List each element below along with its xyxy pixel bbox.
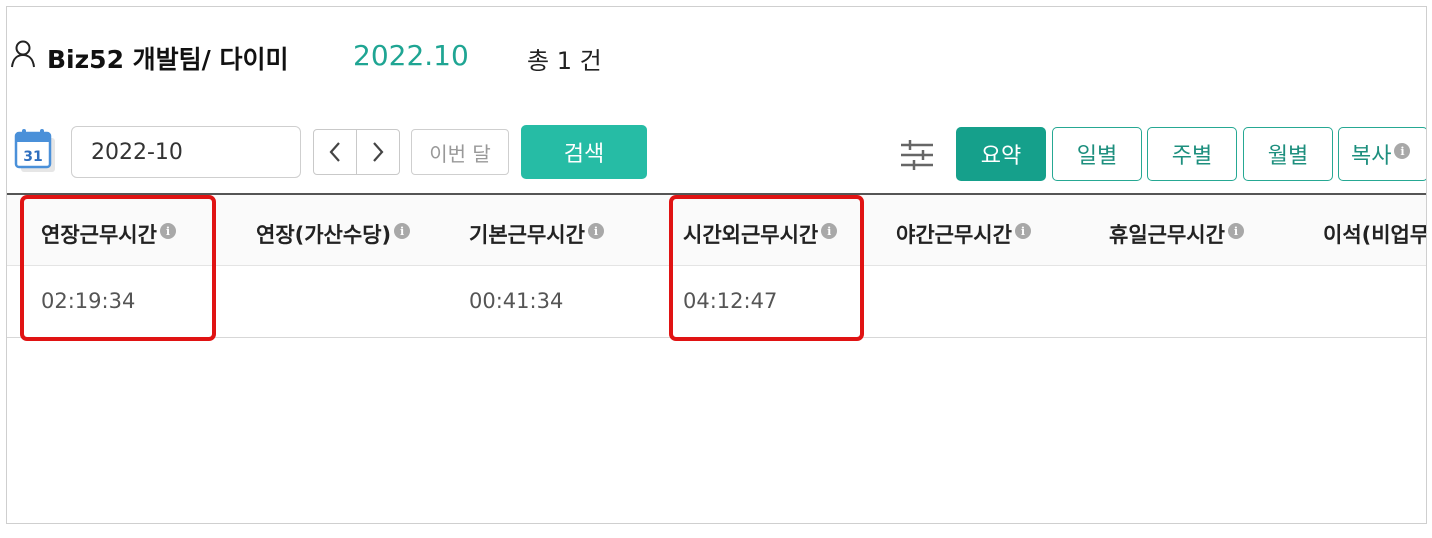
calendar-icon[interactable]: 31 (13, 128, 59, 178)
column-header-overtime-hours[interactable]: 시간외근무시간 i (683, 219, 838, 249)
column-header-label: 연장근무시간 (41, 223, 157, 247)
chevron-right-icon (373, 142, 384, 162)
attendance-summary-panel: Biz52 개발팀/ 다이미 2022.10 총 1 건 31 이번 달 검색 (6, 6, 1427, 524)
info-icon[interactable]: i (159, 223, 176, 239)
table-cell-overtime-hours: 04:12:47 (683, 289, 778, 313)
prev-month-button[interactable] (313, 129, 357, 175)
column-header-label: 야간근무시간 (896, 223, 1012, 247)
month-input[interactable] (71, 126, 301, 178)
info-icon[interactable]: i (821, 223, 838, 239)
column-header-label: 시간외근무시간 (683, 223, 819, 247)
next-month-button[interactable] (356, 129, 400, 175)
filter-settings-icon[interactable] (898, 136, 936, 174)
user-team-name: Biz52 개발팀/ 다이미 (47, 45, 289, 74)
record-count: 총 1 건 (527, 47, 602, 75)
search-button[interactable]: 검색 (521, 125, 647, 179)
table-row-border (7, 337, 1426, 338)
column-header-away-non-work[interactable]: 이석(비업무 (1323, 219, 1427, 249)
column-header-base-hours[interactable]: 기본근무시간 i (469, 219, 604, 249)
user-icon (11, 40, 35, 68)
column-header-label: 이석(비업무 (1323, 223, 1427, 247)
calendar-day-number: 31 (23, 149, 42, 165)
info-icon[interactable]: i (394, 223, 411, 239)
chevron-left-icon (329, 142, 340, 162)
view-weekly-button[interactable]: 주별 (1147, 127, 1237, 181)
info-icon[interactable]: i (1014, 223, 1031, 239)
table-cell-base-hours: 00:41:34 (469, 289, 564, 313)
column-header-label: 휴일근무시간 (1109, 223, 1225, 247)
copy-button[interactable]: 복사 i (1338, 127, 1426, 181)
view-summary-button[interactable]: 요약 (956, 127, 1046, 181)
view-daily-button[interactable]: 일별 (1052, 127, 1142, 181)
this-month-button[interactable]: 이번 달 (411, 129, 509, 175)
info-icon[interactable]: i (1227, 223, 1244, 239)
info-icon[interactable]: i (587, 223, 604, 239)
column-header-extended-premium[interactable]: 연장(가산수당) i (256, 219, 411, 249)
info-icon: i (1394, 143, 1411, 159)
view-monthly-button[interactable]: 월별 (1243, 127, 1333, 181)
column-header-label: 연장(가산수당) (256, 223, 392, 247)
table-cell-extended-hours: 02:19:34 (41, 289, 136, 313)
column-header-night-hours[interactable]: 야간근무시간 i (896, 219, 1031, 249)
column-header-extended-hours[interactable]: 연장근무시간 i (41, 219, 176, 249)
column-header-holiday-hours[interactable]: 휴일근무시간 i (1109, 219, 1244, 249)
column-header-label: 기본근무시간 (469, 223, 585, 247)
copy-button-label: 복사 (1351, 144, 1392, 169)
current-month-title: 2022.10 (353, 39, 469, 72)
